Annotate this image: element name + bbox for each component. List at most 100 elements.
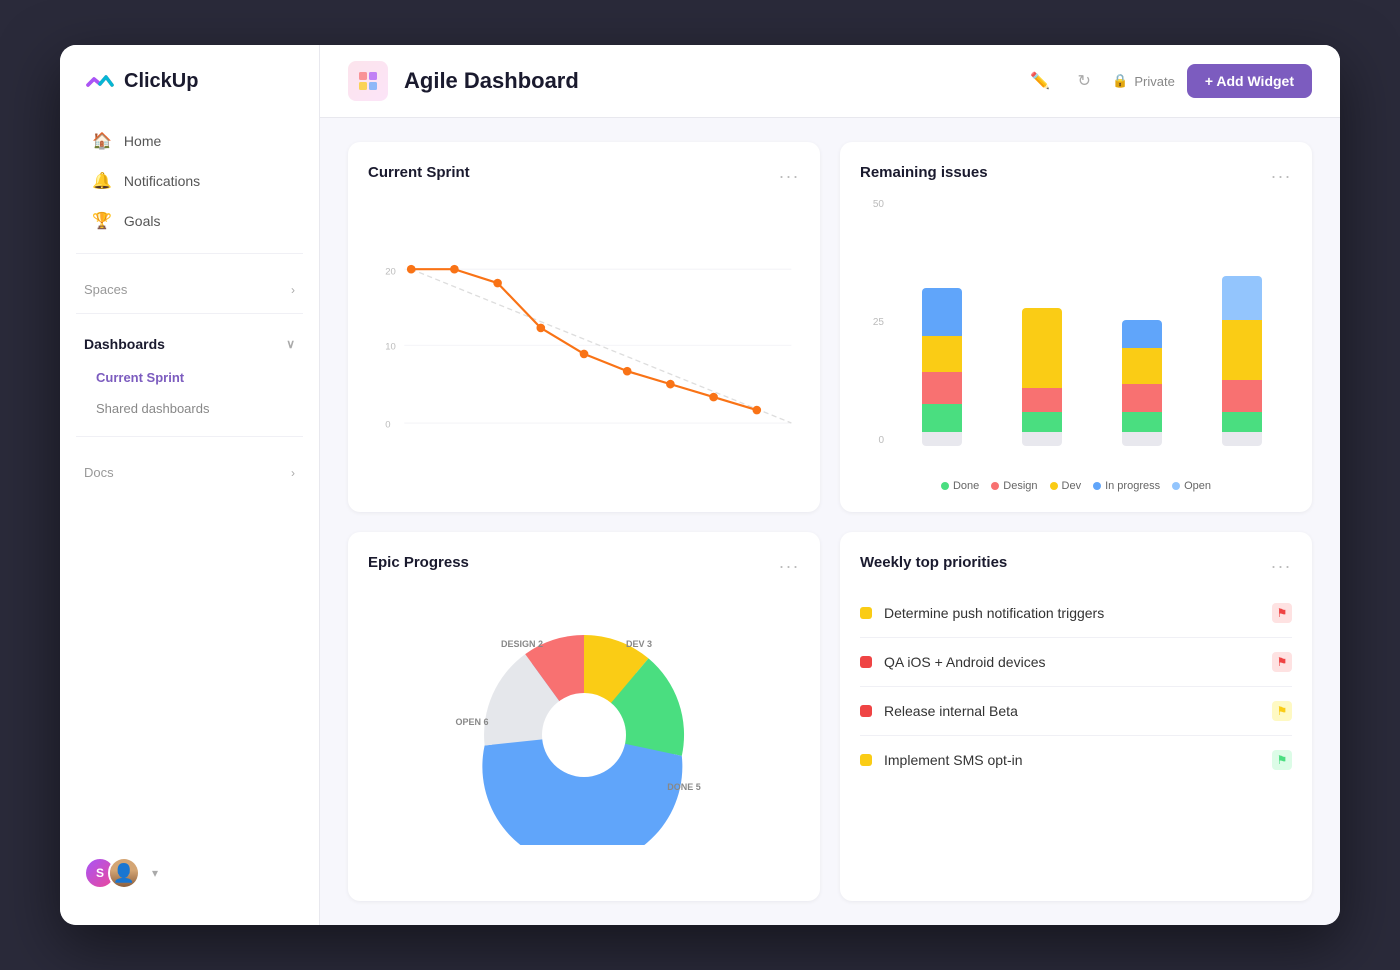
bar-done (1022, 412, 1062, 432)
sidebar-item-shared-dashboards[interactable]: Shared dashboards (60, 393, 319, 424)
current-sprint-title: Current Sprint (368, 164, 470, 181)
priority-flag-4: ⚑ (1272, 750, 1292, 770)
logo-area: ClickUp (60, 65, 319, 121)
page-title: Agile Dashboard (404, 68, 1008, 94)
flag-icon-4: ⚑ (1277, 753, 1288, 767)
spaces-section[interactable]: Spaces › (60, 266, 319, 301)
bar-design (922, 372, 962, 404)
pie-center-hole (542, 693, 626, 777)
priority-item-3: Release internal Beta ⚑ (860, 687, 1292, 736)
priority-text-3: Release internal Beta (884, 703, 1260, 719)
widget-remaining-issues-header: Remaining issues ... (860, 162, 1292, 183)
bar-base (1122, 432, 1162, 446)
private-label: Private (1134, 74, 1174, 89)
pie-label-design: DESIGN 2 (501, 639, 543, 649)
app-name: ClickUp (124, 70, 198, 93)
pie-label-open: OPEN 6 (455, 717, 488, 727)
clickup-logo-icon (84, 65, 116, 97)
docs-arrow-icon[interactable]: › (291, 466, 295, 480)
dashboards-section[interactable]: Dashboards ∨ (60, 326, 319, 362)
priority-dot-1 (860, 607, 872, 619)
avatar-face-icon: 👤 (110, 859, 138, 887)
legend-dev-dot (1050, 482, 1058, 490)
sidebar-item-notifications-label: Notifications (124, 173, 200, 189)
flag-icon-3: ⚑ (1277, 704, 1288, 718)
legend-done: Done (941, 480, 979, 492)
dashboards-chevron-icon[interactable]: ∨ (286, 337, 295, 351)
svg-text:10: 10 (385, 342, 396, 353)
bar-chart-area: 0 25 50 (860, 199, 1292, 470)
priority-flag-1: ⚑ (1272, 603, 1292, 623)
divider-1 (76, 253, 303, 254)
flag-icon-1: ⚑ (1277, 606, 1288, 620)
current-sprint-menu[interactable]: ... (779, 162, 800, 183)
dashboards-label: Dashboards (84, 336, 165, 352)
pie-svg-proper: DEV 3 DONE 5 IN PROGRESS 5 OPEN 6 DESIGN… (454, 625, 714, 845)
remaining-issues-menu[interactable]: ... (1271, 162, 1292, 183)
legend-inprogress: In progress (1093, 480, 1160, 492)
sidebar-item-notifications[interactable]: 🔔 Notifications (68, 161, 311, 201)
footer-dropdown-icon[interactable]: ▾ (152, 866, 158, 880)
legend-done-dot (941, 482, 949, 490)
avatar-photo: 👤 (108, 857, 140, 889)
weekly-priorities-menu[interactable]: ... (1271, 552, 1292, 573)
private-badge[interactable]: 🔒 Private (1112, 73, 1175, 89)
spaces-arrow-icon[interactable]: › (291, 283, 295, 297)
y-axis-labels: 0 25 50 (860, 199, 888, 446)
priority-dot-3 (860, 705, 872, 717)
avatar-group: S 👤 (84, 857, 140, 889)
bell-icon: 🔔 (92, 171, 112, 191)
pie-label-done: DONE 5 (667, 782, 701, 792)
sidebar-item-home-label: Home (124, 133, 161, 149)
widget-weekly-priorities-header: Weekly top priorities ... (860, 552, 1292, 573)
burndown-chart: 20 10 0 (368, 199, 800, 492)
priorities-list: Determine push notification triggers ⚑ Q… (860, 589, 1292, 882)
bar-dev (922, 336, 962, 372)
bar-design (1022, 388, 1062, 412)
bar-group-2 (1002, 308, 1082, 446)
widget-current-sprint-header: Current Sprint ... (368, 162, 800, 183)
divider-3 (76, 436, 303, 437)
sidebar: ClickUp 🏠 Home 🔔 Notifications 🏆 Goals S… (60, 45, 320, 925)
bar-base (1222, 432, 1262, 446)
bar-design (1122, 384, 1162, 412)
epic-progress-menu[interactable]: ... (779, 552, 800, 573)
add-widget-button[interactable]: + Add Widget (1187, 64, 1312, 98)
dashboard-icon-box (348, 61, 388, 101)
widget-weekly-priorities: Weekly top priorities ... Determine push… (840, 532, 1312, 902)
bar-done (1222, 412, 1262, 432)
legend-inprogress-dot (1093, 482, 1101, 490)
sidebar-item-current-sprint[interactable]: Current Sprint (60, 362, 319, 393)
bar-inprogress (922, 288, 962, 336)
epic-progress-title: Epic Progress (368, 554, 469, 571)
priority-dot-4 (860, 754, 872, 766)
bar-dev (1022, 308, 1062, 388)
pie-chart-container: DEV 3 DONE 5 IN PROGRESS 5 OPEN 6 DESIGN… (368, 589, 800, 882)
bar-group-4 (1202, 276, 1282, 446)
priority-flag-3: ⚑ (1272, 701, 1292, 721)
legend-dev: Dev (1050, 480, 1082, 492)
priority-text-4: Implement SMS opt-in (884, 752, 1260, 768)
bar-stack-4 (1222, 276, 1262, 432)
sidebar-footer: S 👤 ▾ (60, 841, 319, 905)
pie-label-dev: DEV 3 (626, 639, 652, 649)
bar-chart-container: 0 25 50 (860, 199, 1292, 492)
edit-icon-btn[interactable]: ✏️ (1024, 65, 1056, 97)
sidebar-item-goals-label: Goals (124, 213, 161, 229)
burndown-svg: 20 10 0 (368, 199, 800, 492)
docs-section[interactable]: Docs › (60, 449, 319, 484)
refresh-icon-btn[interactable]: ↻ (1068, 65, 1100, 97)
sidebar-item-goals[interactable]: 🏆 Goals (68, 201, 311, 241)
priority-dot-2 (860, 656, 872, 668)
bar-group-1 (902, 288, 982, 446)
bar-done (922, 404, 962, 432)
svg-text:20: 20 (385, 266, 396, 277)
dashboard-grid: Current Sprint ... 20 10 0 (320, 118, 1340, 925)
bar-base (1022, 432, 1062, 446)
priority-text-2: QA iOS + Android devices (884, 654, 1260, 670)
bar-design (1222, 380, 1262, 412)
sidebar-item-home[interactable]: 🏠 Home (68, 121, 311, 161)
home-icon: 🏠 (92, 131, 112, 151)
flag-icon-2: ⚑ (1277, 655, 1288, 669)
bar-open (1222, 276, 1262, 320)
